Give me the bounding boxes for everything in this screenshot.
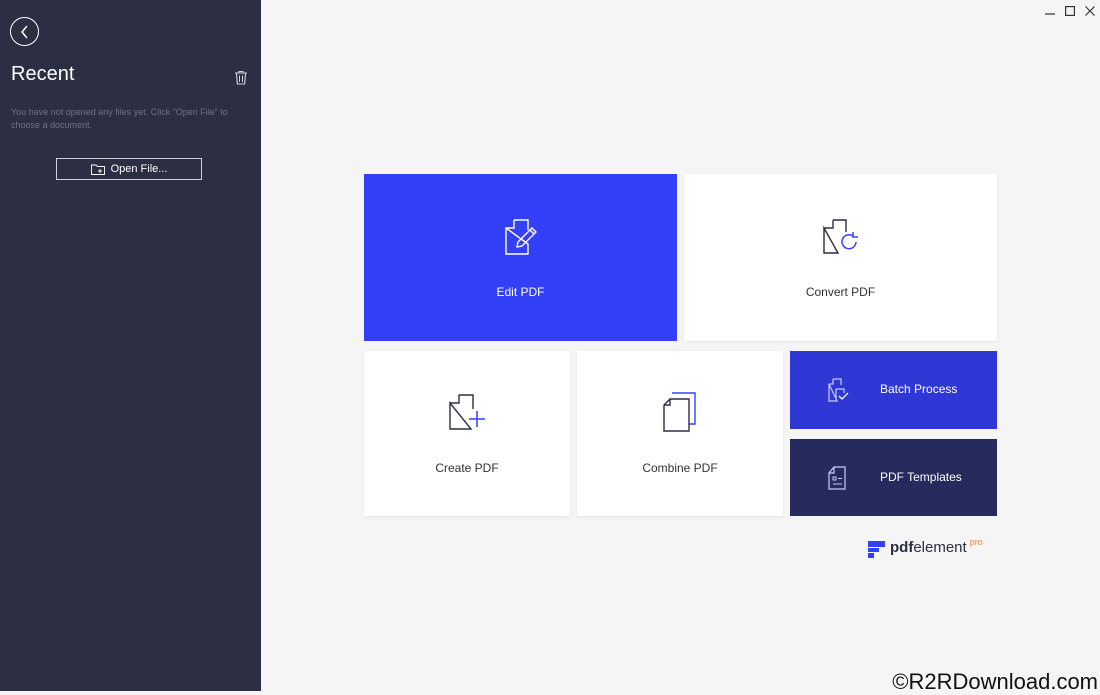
combine-pdf-tile[interactable]: Combine PDF xyxy=(577,351,783,516)
watermark-text: ©R2RDownload.com xyxy=(892,669,1098,694)
edit-pdf-tile[interactable]: Edit PDF xyxy=(364,174,677,341)
combine-documents-icon xyxy=(663,392,696,432)
close-button[interactable] xyxy=(1081,3,1099,19)
sidebar-title: Recent xyxy=(11,63,75,85)
combine-pdf-label: Combine PDF xyxy=(642,461,718,475)
batch-process-icon xyxy=(828,378,849,402)
logo-edition: pro xyxy=(969,537,983,547)
pdfelement-logo-icon xyxy=(868,541,885,558)
edit-pdf-label: Edit PDF xyxy=(496,285,545,299)
trash-icon[interactable] xyxy=(234,70,248,85)
create-pdf-label: Create PDF xyxy=(435,461,499,475)
convert-pdf-label: Convert PDF xyxy=(805,285,876,299)
create-pdf-tile[interactable]: Create PDF xyxy=(364,351,570,516)
minimize-icon xyxy=(1045,13,1055,15)
pdf-templates-tile[interactable]: PDF Templates xyxy=(790,439,997,516)
folder-icon xyxy=(90,164,105,175)
maximize-icon xyxy=(1065,6,1075,16)
logo-wordmark-bold: pdf xyxy=(890,539,914,556)
logo-wordmark: pdfelement xyxy=(890,539,967,556)
pdfelement-logo: pdfelement pro xyxy=(868,537,983,559)
open-file-label: Open File... xyxy=(110,163,168,175)
logo-wordmark-rest: element xyxy=(913,539,967,556)
back-button[interactable] xyxy=(10,17,39,46)
convert-pdf-tile[interactable]: Convert PDF xyxy=(684,174,997,341)
close-icon xyxy=(1085,6,1095,16)
open-file-button[interactable]: Open File... xyxy=(56,158,202,180)
empty-recent-message: You have not opened any files yet. Click… xyxy=(11,107,228,130)
maximize-button[interactable] xyxy=(1061,3,1079,19)
pdf-templates-label: PDF Templates xyxy=(880,470,962,484)
convert-document-icon xyxy=(822,219,858,254)
create-document-icon xyxy=(449,394,485,430)
chevron-left-icon xyxy=(20,25,28,38)
edit-document-icon xyxy=(504,219,537,255)
batch-process-label: Batch Process xyxy=(880,382,958,396)
minimize-button[interactable] xyxy=(1041,3,1059,19)
templates-icon xyxy=(828,466,846,490)
recent-sidebar: Recent You have not opened any files yet… xyxy=(0,0,261,691)
batch-process-tile[interactable]: Batch Process xyxy=(790,351,997,429)
